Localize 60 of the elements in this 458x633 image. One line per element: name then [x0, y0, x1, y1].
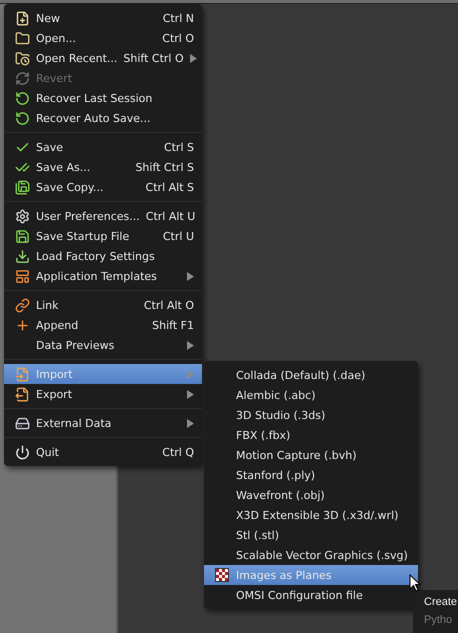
checkerboard-icon — [215, 568, 229, 582]
import-icon — [14, 366, 30, 382]
menu-item[interactable]: Save Copy... Ctrl Alt S — [4, 177, 202, 197]
settings-icon — [14, 208, 30, 224]
menu-item[interactable]: Save Startup File Ctrl U — [4, 226, 202, 246]
shortcut-text: Ctrl Q — [162, 446, 194, 458]
shortcut-text: Ctrl N — [162, 12, 194, 24]
shortcut-text: Shift Ctrl S — [135, 160, 194, 174]
menu-item[interactable]: Collada (Default) (.dae) — [204, 365, 418, 385]
menu-item[interactable]: Quit Ctrl Q — [4, 442, 202, 462]
tooltip-title: Create — [424, 596, 458, 608]
menu-item[interactable]: Scalable Vector Graphics (.svg) — [204, 545, 418, 565]
plus-icon — [14, 318, 30, 332]
menu-item[interactable]: Data Previews — [4, 335, 202, 355]
refresh-icon — [14, 70, 30, 86]
menu-item[interactable]: Append Shift F1 — [4, 315, 202, 335]
mouse-cursor-icon — [409, 574, 421, 592]
shortcut-text: Ctrl Alt S — [146, 180, 194, 194]
menu-item[interactable]: Open... Ctrl O — [4, 28, 202, 48]
menu-item[interactable]: Save As... Shift Ctrl S — [4, 157, 202, 177]
save-icon — [14, 228, 30, 244]
new-file-icon — [14, 10, 30, 26]
download-icon — [14, 248, 30, 264]
shortcut-text: Ctrl S — [164, 140, 194, 154]
menu-item[interactable]: Export — [4, 384, 202, 404]
folder-icon — [14, 30, 30, 46]
shortcut-text: Shift Ctrl O — [123, 52, 184, 64]
menu-item[interactable]: External Data — [4, 413, 202, 433]
shortcut-text: Shift F1 — [152, 318, 194, 332]
menu-item[interactable]: Open Recent... Shift Ctrl O — [4, 48, 202, 68]
menu-item[interactable]: Alembic (.abc) — [204, 385, 418, 405]
menu-item[interactable]: X3D Extensible 3D (.x3d/.wrl) — [204, 505, 418, 525]
menu-item[interactable]: Recover Auto Save... — [4, 108, 202, 128]
menu-item[interactable]: Save Ctrl S — [4, 137, 202, 157]
template-icon — [14, 268, 30, 284]
shortcut-text: Ctrl Alt O — [144, 298, 194, 312]
export-icon — [14, 386, 30, 402]
link-icon — [14, 298, 30, 312]
tooltip-python: Pytho — [424, 614, 454, 626]
menu-item[interactable]: Link Ctrl Alt O — [4, 295, 202, 315]
drive-icon — [14, 416, 30, 430]
power-icon — [14, 444, 30, 460]
menu-item[interactable]: New Ctrl N — [4, 8, 202, 28]
folder-clock-icon — [14, 50, 30, 66]
menu-item[interactable]: Stl (.stl) — [204, 525, 418, 545]
save-copy-icon — [14, 180, 30, 194]
menu-item[interactable]: Wavefront (.obj) — [204, 485, 418, 505]
shortcut-text: Ctrl Alt U — [146, 210, 196, 222]
menu-item[interactable]: 3D Studio (.3ds) — [204, 405, 418, 425]
shortcut-text: Ctrl O — [162, 32, 194, 44]
menu-item[interactable]: User Preferences... Ctrl Alt U — [4, 206, 202, 226]
shortcut-text: Ctrl U — [162, 230, 194, 242]
menu-item[interactable]: Recover Last Session — [4, 88, 202, 108]
menu-item[interactable]: Load Factory Settings — [4, 246, 202, 266]
menu-item[interactable]: Application Templates — [4, 266, 202, 286]
menu-item[interactable]: FBX (.fbx) — [204, 425, 418, 445]
menu-item[interactable]: Motion Capture (.bvh) — [204, 445, 418, 465]
undo-arrow-icon — [14, 110, 30, 126]
menu-item[interactable]: Stanford (.ply) — [204, 465, 418, 485]
undo-arrow-icon — [14, 90, 30, 106]
